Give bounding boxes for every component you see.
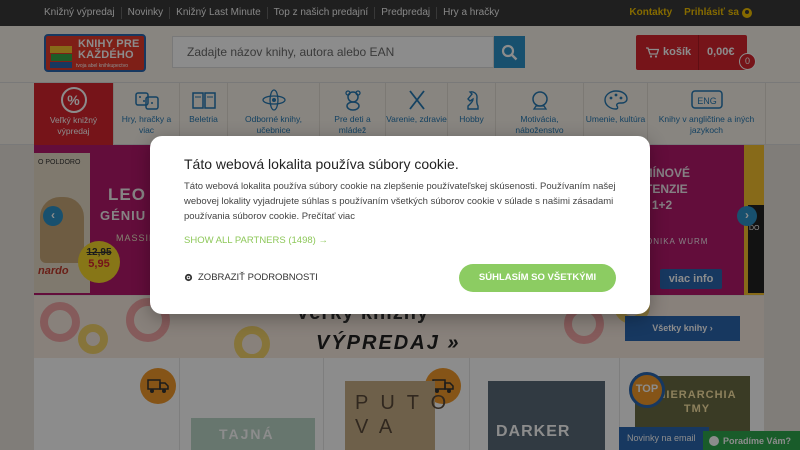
accept-all-button[interactable]: SÚHLASÍM SO VŠETKÝMI bbox=[459, 264, 616, 292]
show-details-button[interactable]: ZOBRAZIŤ PODROBNOSTI bbox=[184, 272, 318, 283]
gear-icon bbox=[184, 273, 193, 282]
cookie-title: Táto webová lokalita používa súbory cook… bbox=[184, 156, 459, 172]
cookie-dialog: Táto webová lokalita používa súbory cook… bbox=[150, 136, 650, 314]
cookie-body: Táto webová lokalita používa súbory cook… bbox=[184, 181, 616, 222]
show-details-label: ZOBRAZIŤ PODROBNOSTI bbox=[198, 272, 318, 283]
show-partners-link[interactable]: SHOW ALL PARTNERS (1498) → bbox=[184, 235, 328, 246]
